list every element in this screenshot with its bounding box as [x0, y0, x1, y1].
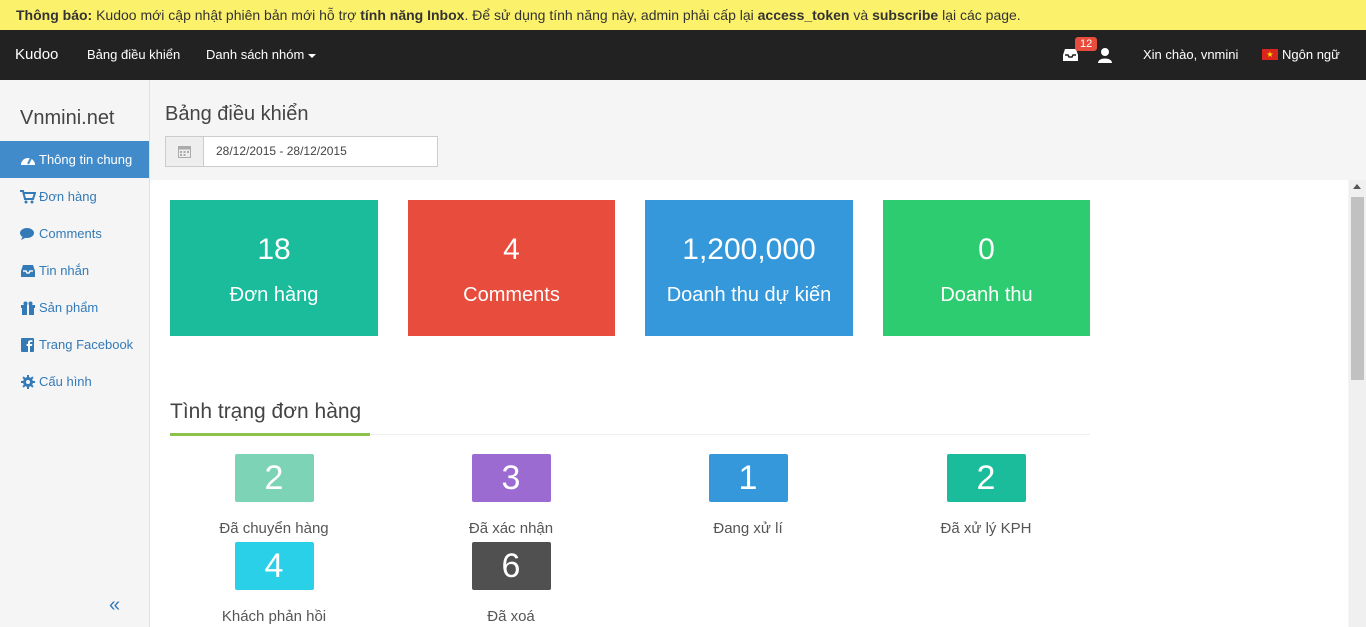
- page-title: Bảng điều khiển: [165, 103, 309, 125]
- stat-card-comments[interactable]: 4 Comments: [408, 200, 615, 336]
- status-count: 2: [234, 454, 314, 502]
- notice-bold-subscribe: subscribe: [872, 7, 939, 23]
- notice-text: . Để sử dụng tính năng này, admin phải c…: [464, 7, 758, 23]
- status-customer-feedback[interactable]: 4 Khách phản hồi: [170, 542, 378, 625]
- status-count: 3: [471, 454, 551, 502]
- gear-icon: [21, 374, 35, 389]
- sidebar-item-settings[interactable]: Cấu hình: [0, 363, 149, 400]
- notice-bar: Thông báo: Kudoo mới cập nhật phiên bản …: [0, 0, 1366, 30]
- date-range-picker[interactable]: 28/12/2015 - 28/12/2015: [165, 136, 438, 167]
- nav-groups-dropdown[interactable]: Danh sách nhóm: [206, 30, 317, 80]
- site-name: Vnmini.net: [20, 107, 115, 129]
- cart-icon: [20, 189, 36, 204]
- user-icon[interactable]: [1097, 47, 1113, 63]
- scrollbar-thumb[interactable]: [1351, 197, 1364, 380]
- sidebar-item-messages[interactable]: Tin nhắn: [0, 252, 149, 289]
- stat-card-revenue[interactable]: 0 Doanh thu: [883, 200, 1090, 336]
- vietnam-flag-icon: ★: [1262, 49, 1278, 61]
- stat-card-orders[interactable]: 18 Đơn hàng: [170, 200, 378, 336]
- notice-bold-token: access_token: [757, 7, 850, 23]
- notice-label: Thông báo:: [16, 7, 93, 23]
- stat-card-expected-revenue[interactable]: 1,200,000 Doanh thu dự kiến: [645, 200, 853, 336]
- vertical-scrollbar[interactable]: [1349, 180, 1366, 627]
- sidebar-item-label: Cấu hình: [39, 374, 92, 389]
- user-greeting[interactable]: Xin chào, vnmini: [1143, 30, 1238, 80]
- status-deleted[interactable]: 6 Đã xoá: [407, 542, 615, 625]
- gift-icon: [21, 301, 35, 315]
- stat-value: 1,200,000: [682, 233, 816, 266]
- facebook-icon: [21, 337, 34, 352]
- calendar-icon: [178, 146, 191, 158]
- notice-text: lại các page.: [938, 7, 1021, 23]
- stat-label: Đơn hàng: [229, 284, 319, 306]
- sidebar-item-overview[interactable]: Thông tin chung: [0, 141, 149, 178]
- status-label: Đã xử lý KPH: [940, 520, 1032, 537]
- sidebar-item-facebook[interactable]: Trang Facebook: [0, 326, 149, 363]
- sidebar-item-label: Sản phẩm: [39, 300, 99, 315]
- status-count: 1: [708, 454, 788, 502]
- caret-down-icon: [308, 53, 317, 58]
- stat-label: Doanh thu dự kiến: [666, 284, 832, 306]
- status-count: 6: [471, 542, 551, 590]
- sidebar-item-label: Trang Facebook: [39, 337, 134, 352]
- stat-value: 0: [978, 233, 995, 266]
- scroll-up-arrow-icon[interactable]: [1353, 184, 1361, 189]
- sidebar-item-orders[interactable]: Đơn hàng: [0, 178, 149, 215]
- inbox-icon: [21, 264, 35, 277]
- notice-text: Kudoo mới cập nhật phiên bản mới hỗ trợ: [92, 7, 361, 23]
- inbox-count-badge: 12: [1075, 37, 1098, 51]
- sidebar-item-label: Tin nhắn: [39, 263, 90, 278]
- status-label: Đang xử lí: [713, 520, 783, 537]
- sidebar-item-comments[interactable]: Comments: [0, 215, 149, 252]
- status-confirmed[interactable]: 3 Đã xác nhận: [407, 454, 615, 537]
- status-processing[interactable]: 1 Đang xử lí: [644, 454, 852, 537]
- sidebar-item-products[interactable]: Sản phẩm: [0, 289, 149, 326]
- status-count: 4: [234, 542, 314, 590]
- status-label: Đã xác nhận: [468, 520, 554, 537]
- order-status-title: Tình trạng đơn hàng: [170, 400, 362, 423]
- status-count: 2: [946, 454, 1026, 502]
- status-label: Khách phản hồi: [221, 608, 327, 625]
- section-title-underline: [170, 433, 370, 436]
- stat-value: 4: [503, 233, 520, 266]
- date-picker-addon: [166, 137, 204, 166]
- collapse-sidebar-button[interactable]: «: [109, 595, 120, 615]
- sidebar-item-label: Đơn hàng: [39, 189, 97, 204]
- stat-label: Doanh thu: [940, 284, 1033, 306]
- stat-value: 18: [257, 233, 291, 266]
- date-range-value: 28/12/2015 - 28/12/2015: [216, 144, 347, 158]
- notice-text: và: [849, 7, 873, 23]
- sidebar-item-label: Thông tin chung: [39, 152, 133, 167]
- language-label: Ngôn ngữ: [1282, 47, 1340, 62]
- dashboard-icon: [21, 157, 35, 165]
- top-navbar: Kudoo Bảng điều khiển Danh sách nhóm 12 …: [0, 30, 1366, 80]
- comments-icon: [20, 227, 34, 240]
- sidebar-item-label: Comments: [39, 226, 102, 241]
- brand-link[interactable]: Kudoo: [15, 30, 58, 80]
- nav-dashboard[interactable]: Bảng điều khiển: [87, 30, 180, 80]
- status-label: Đã chuyển hàng: [219, 520, 329, 537]
- status-shipped[interactable]: 2 Đã chuyển hàng: [170, 454, 378, 537]
- status-processed-kph[interactable]: 2 Đã xử lý KPH: [882, 454, 1090, 537]
- sidebar: Vnmini.net Thông tin chung Đơn hàng Comm…: [0, 80, 150, 627]
- nav-groups-label: Danh sách nhóm: [206, 47, 305, 62]
- stat-label: Comments: [463, 284, 560, 306]
- status-label: Đã xoá: [487, 608, 535, 625]
- language-menu[interactable]: ★ Ngôn ngữ: [1262, 30, 1340, 80]
- notice-bold-feature: tính năng Inbox: [360, 7, 465, 23]
